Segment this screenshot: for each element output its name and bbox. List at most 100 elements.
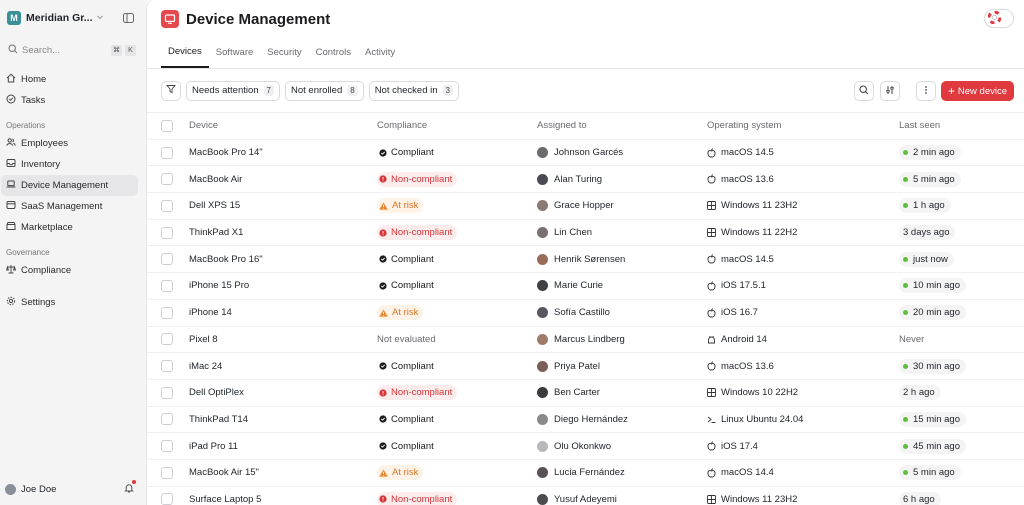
table-row[interactable]: Surface Laptop 5 Non-compliant Yusuf Adeye…	[147, 487, 1024, 505]
chip-not-checked-in[interactable]: Not checked in 3	[368, 80, 459, 101]
device-name[interactable]: Dell OptiPlex	[189, 387, 377, 398]
os-cell: Windows 11 23H2	[707, 494, 899, 505]
assigned-cell[interactable]: Marie Curie	[537, 280, 707, 292]
chip-needs-attention[interactable]: Needs attention 7	[186, 80, 280, 101]
assigned-cell[interactable]: Alan Turing	[537, 173, 707, 185]
sidebar-item-home[interactable]: Home	[1, 69, 138, 90]
device-name[interactable]: iMac 24	[189, 361, 377, 372]
sidebar-item-device-management[interactable]: Device Management	[1, 175, 138, 196]
tab-activity[interactable]: Activity	[358, 37, 402, 68]
row-checkbox[interactable]	[161, 493, 173, 505]
row-checkbox[interactable]	[161, 306, 173, 319]
device-name[interactable]: MacBook Air	[189, 174, 377, 185]
sidebar-item-tasks[interactable]: Tasks	[1, 90, 138, 111]
row-checkbox[interactable]	[161, 279, 173, 292]
select-all-checkbox[interactable]	[161, 119, 173, 132]
os-cell: iOS 17.4	[707, 441, 899, 452]
more-button[interactable]	[915, 81, 936, 101]
assigned-cell[interactable]: Sofía Castillo	[537, 307, 707, 319]
bell-icon[interactable]	[124, 480, 136, 496]
row-checkbox[interactable]	[161, 333, 173, 346]
device-name[interactable]: Pixel 8	[189, 334, 377, 345]
sidebar-item-settings[interactable]: Settings	[1, 292, 138, 313]
device-name[interactable]: MacBook Pro 14"	[189, 147, 377, 158]
column-header-device[interactable]: Device	[189, 120, 377, 131]
device-name[interactable]: ThinkPad X1	[189, 227, 377, 238]
row-checkbox[interactable]	[161, 440, 173, 453]
device-name[interactable]: iPhone 15 Pro	[189, 280, 377, 291]
sidebar-item-inventory[interactable]: Inventory	[1, 154, 138, 175]
row-checkbox[interactable]	[161, 466, 173, 479]
table-row[interactable]: iPad Pro 11 Compliant Olu Okonkwo iOS 17.4 4…	[147, 433, 1024, 460]
device-name[interactable]: Surface Laptop 5	[189, 494, 377, 505]
search-input[interactable]: Search...	[22, 45, 108, 56]
device-name[interactable]: iPhone 14	[189, 307, 377, 318]
view-settings-button[interactable]	[879, 81, 900, 101]
device-name[interactable]: ThinkPad T14	[189, 414, 377, 425]
table-row[interactable]: ThinkPad X1 Non-compliant Lin Chen Windows …	[147, 220, 1024, 247]
row-checkbox[interactable]	[161, 226, 173, 239]
last-seen-badge: just now	[899, 251, 954, 267]
table-row[interactable]: MacBook Pro 14" Compliant Johnson Garcés ma…	[147, 140, 1024, 167]
device-name[interactable]: Dell XPS 15	[189, 200, 377, 211]
row-checkbox[interactable]	[161, 199, 173, 212]
table-row[interactable]: iMac 24 Compliant Priya Patel macOS 13.6 30 …	[147, 353, 1024, 380]
assigned-cell[interactable]: Ben Carter	[537, 387, 707, 399]
tab-software[interactable]: Software	[209, 37, 261, 68]
row-checkbox[interactable]	[161, 146, 173, 159]
compliance-badge: Compliant	[377, 145, 439, 160]
column-header-last-seen[interactable]: Last seen	[899, 120, 1024, 131]
search-button[interactable]	[853, 81, 874, 101]
table-row[interactable]: iPhone 15 Pro Compliant Marie Curie iOS 17.…	[147, 273, 1024, 300]
assigned-cell[interactable]: Priya Patel	[537, 360, 707, 372]
row-checkbox[interactable]	[161, 253, 173, 266]
compliance-label: Compliant	[391, 147, 434, 159]
row-checkbox[interactable]	[161, 386, 173, 399]
sidebar-item-marketplace[interactable]: Marketplace	[1, 217, 138, 238]
sidebar-item-saas-management[interactable]: SaaS Management	[1, 196, 138, 217]
table-row[interactable]: iPhone 14 At risk Sofía Castillo iOS 16.7 20…	[147, 300, 1024, 327]
assigned-cell[interactable]: Grace Hopper	[537, 200, 707, 212]
table-row[interactable]: Dell XPS 15 At risk Grace Hopper Windows 11…	[147, 193, 1024, 220]
table-row[interactable]: Dell OptiPlex Non-compliant Ben Carter Wind…	[147, 380, 1024, 407]
column-header-compliance[interactable]: Compliance	[377, 120, 537, 131]
assigned-cell[interactable]: Marcus Lindberg	[537, 333, 707, 345]
search-field[interactable]: Search... ⌘ K	[4, 41, 140, 59]
table-row[interactable]: MacBook Air 15" At risk Lucia Fernández mac…	[147, 460, 1024, 487]
table-row[interactable]: Pixel 8 Not evaluated Marcus Lindberg Andro…	[147, 327, 1024, 354]
avatar	[537, 307, 548, 319]
device-name[interactable]: MacBook Air 15"	[189, 467, 377, 478]
sidebar-item-employees[interactable]: Employees	[1, 133, 138, 154]
table-row[interactable]: ThinkPad T14 Compliant Diego Hernández Linu…	[147, 407, 1024, 434]
chip-not-enrolled[interactable]: Not enrolled 8	[285, 80, 364, 101]
row-checkbox[interactable]	[161, 413, 173, 426]
assigned-cell[interactable]: Olu Okonkwo	[537, 440, 707, 452]
sidebar-item-compliance[interactable]: Compliance	[1, 260, 138, 281]
table-row[interactable]: MacBook Air Non-compliant Alan Turing macOS…	[147, 166, 1024, 194]
assigned-cell[interactable]: Yusuf Adeyemi	[537, 493, 707, 505]
table-row[interactable]: MacBook Pro 16" Compliant Henrik Sørensen m…	[147, 246, 1024, 274]
column-header-os[interactable]: Operating system	[707, 120, 899, 131]
tab-security[interactable]: Security	[260, 37, 308, 68]
tab-devices[interactable]: Devices	[161, 37, 209, 68]
device-name[interactable]: MacBook Pro 16"	[189, 254, 377, 265]
filter-button[interactable]	[161, 80, 181, 101]
last-seen-cell: 3 days ago	[899, 225, 1024, 241]
user-menu[interactable]: Joe Doe	[5, 480, 138, 496]
assigned-cell[interactable]: Johnson Garcés	[537, 147, 707, 159]
assigned-cell[interactable]: Lucia Fernández	[537, 467, 707, 479]
assigned-cell[interactable]: Henrik Sørensen	[537, 253, 707, 265]
help-button[interactable]	[984, 9, 1014, 28]
column-header-assigned[interactable]: Assigned to	[537, 120, 707, 131]
sidebar-toggle-icon[interactable]	[123, 13, 134, 26]
tab-controls[interactable]: Controls	[309, 37, 358, 68]
alert-circle-icon	[379, 495, 387, 504]
row-checkbox[interactable]	[161, 360, 173, 373]
new-device-button[interactable]: + New device	[940, 81, 1014, 101]
device-name[interactable]: iPad Pro 11	[189, 441, 377, 452]
last-seen-badge: 5 min ago	[899, 171, 961, 187]
assigned-cell[interactable]: Diego Hernández	[537, 413, 707, 425]
assigned-cell[interactable]: Lin Chen	[537, 227, 707, 239]
row-checkbox[interactable]	[161, 173, 173, 186]
home-icon	[6, 73, 16, 86]
